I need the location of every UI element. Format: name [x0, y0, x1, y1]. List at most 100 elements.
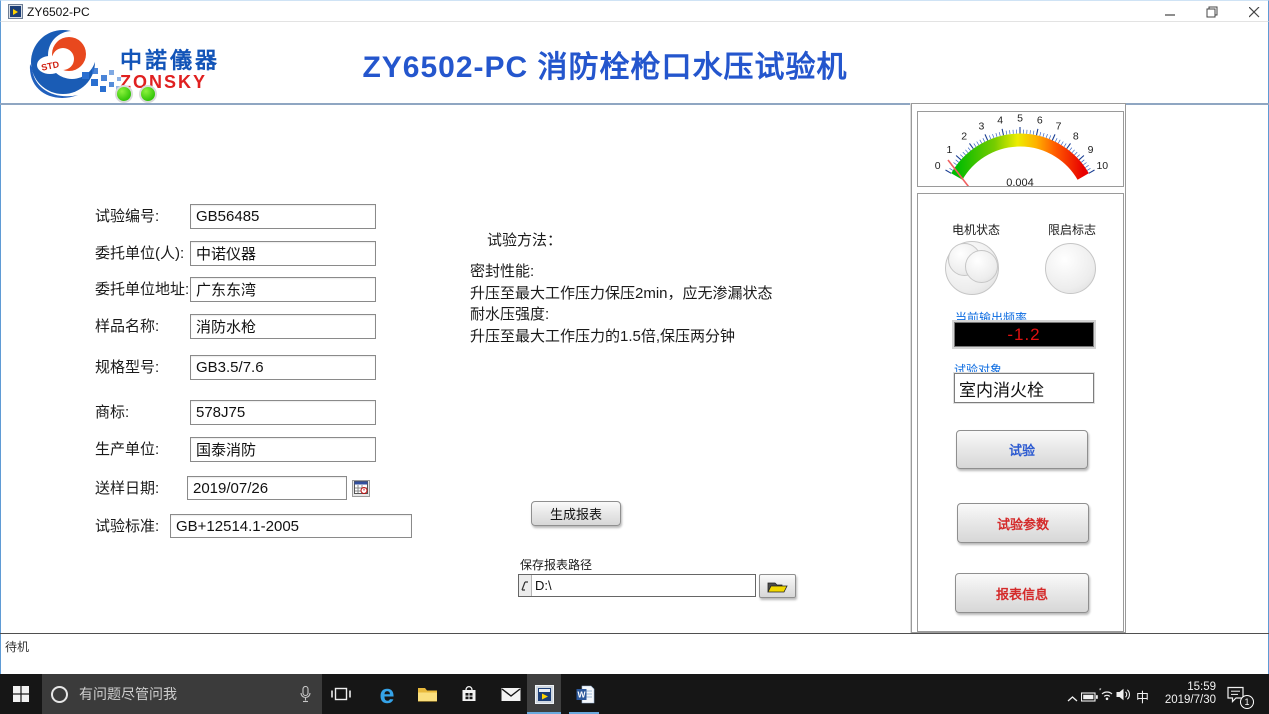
search-input[interactable]: [77, 685, 277, 703]
field-label-test-no: 试验编号:: [95, 204, 159, 229]
test-target-input[interactable]: [954, 373, 1094, 403]
sample-date-input[interactable]: [187, 476, 347, 500]
save-path-input[interactable]: [532, 575, 755, 596]
limit-flag-label: 限启标志: [1048, 221, 1096, 238]
mail-icon: [501, 687, 521, 702]
calendar-clock-icon: [354, 481, 368, 494]
gauge-value: 0.004: [1006, 177, 1034, 186]
status-divider: [0, 633, 1269, 634]
title-bar: ZY6502-PC: [0, 0, 1269, 22]
status-text: 待机: [5, 638, 29, 655]
method-line: 升压至最大工作压力的1.5倍,保压两分钟: [470, 326, 840, 348]
svg-text:9: 9: [1088, 144, 1094, 156]
brand-english: ZONSKY: [120, 72, 207, 92]
trademark-input[interactable]: [190, 400, 376, 425]
field-label-trademark: 商标:: [95, 400, 129, 425]
field-label-client: 委托单位(人):: [95, 241, 184, 266]
generate-report-button[interactable]: 生成报表: [531, 501, 621, 526]
svg-text:*: *: [1099, 689, 1102, 695]
field-label-sample-date: 送样日期:: [95, 476, 159, 501]
window-border-left: [0, 22, 1, 674]
clock-date: 2019/7/30: [1150, 694, 1216, 707]
windows-logo-icon: [13, 686, 29, 702]
app-window: ZY6502-PC STD 中諾儀器 ZONSKY ZY6502-PC 消防栓枪…: [0, 0, 1269, 714]
cortana-icon: [51, 686, 68, 703]
file-explorer-button[interactable]: [409, 674, 445, 714]
page-title: ZY6502-PC 消防栓枪口水压试验机: [295, 42, 915, 86]
test-button[interactable]: 试验: [956, 430, 1088, 469]
gauge-band: [957, 140, 1083, 176]
field-label-spec-model: 规格型号:: [95, 355, 159, 380]
spec-model-input[interactable]: [190, 355, 376, 380]
browse-folder-button[interactable]: [759, 574, 796, 598]
field-label-manufacturer: 生产单位:: [95, 437, 159, 462]
limit-flag-indicator: [1045, 243, 1096, 294]
svg-text:7: 7: [1056, 121, 1062, 133]
labview-app-button[interactable]: [526, 674, 562, 714]
file-explorer-icon: [417, 686, 438, 703]
open-folder-icon: [766, 579, 789, 594]
svg-text:2: 2: [961, 131, 967, 143]
status-led-1: [115, 85, 133, 103]
client-address-input[interactable]: [190, 277, 376, 302]
word-app-icon: W: [576, 685, 595, 704]
svg-text:10: 10: [1096, 160, 1108, 172]
tray-clock[interactable]: 15:59 2019/7/30: [1150, 681, 1216, 707]
manufacturer-input[interactable]: [190, 437, 376, 462]
test-params-button[interactable]: 试验参数: [957, 503, 1089, 543]
save-path-label: 保存报表路径: [520, 556, 592, 573]
volume-icon[interactable]: [1116, 688, 1131, 706]
date-picker-button[interactable]: [352, 480, 370, 497]
svg-text:0: 0: [935, 160, 941, 172]
report-info-button[interactable]: 报表信息: [955, 573, 1089, 613]
gauge-frame: 0123 4 5 6 78910 0.004: [917, 111, 1124, 187]
taskbar-search[interactable]: [42, 674, 322, 714]
wifi-icon[interactable]: *: [1099, 688, 1115, 706]
control-panel: 012345678910 0.004 电机状态 限启标志 当前输出频率 -1.2…: [911, 103, 1126, 633]
taskbar: e: [0, 674, 1269, 714]
test-no-input[interactable]: [190, 204, 376, 229]
task-view-icon: [331, 686, 351, 702]
svg-text:5: 5: [1017, 113, 1023, 125]
maximize-button[interactable]: [1193, 1, 1231, 23]
word-app-button[interactable]: W: [567, 674, 603, 714]
motor-status-label: 电机状态: [952, 221, 1000, 238]
method-text: 密封性能: 升压至最大工作压力保压2min，应无渗漏状态 耐水压强度: 升压至最…: [470, 261, 840, 347]
field-label-test-standard: 试验标准:: [95, 514, 159, 539]
sample-name-input[interactable]: [190, 314, 376, 339]
ime-indicator[interactable]: 中: [1136, 687, 1149, 706]
path-type-icon[interactable]: [519, 575, 532, 596]
method-line: 密封性能:: [470, 261, 840, 283]
edge-icon: e: [379, 681, 394, 708]
brand-chinese: 中諾儀器: [120, 48, 220, 73]
client-input[interactable]: [190, 241, 376, 266]
microphone-icon[interactable]: [300, 686, 311, 703]
svg-text:W: W: [577, 689, 586, 699]
svg-text:8: 8: [1073, 131, 1079, 143]
notification-badge: 1: [1240, 695, 1254, 709]
svg-text:1: 1: [946, 144, 952, 156]
pressure-gauge: 0123 4 5 6 78910 0.004: [918, 112, 1123, 186]
save-path-field: [518, 574, 756, 597]
start-button[interactable]: [0, 674, 42, 714]
tray-chevron-icon[interactable]: [1066, 690, 1079, 708]
svg-text:6: 6: [1037, 115, 1043, 127]
test-standard-input[interactable]: [170, 514, 412, 538]
close-button[interactable]: [1235, 1, 1269, 23]
task-view-button[interactable]: [323, 674, 359, 714]
edge-button[interactable]: e: [369, 674, 405, 714]
minimize-button[interactable]: [1151, 1, 1189, 23]
status-led-2: [139, 85, 157, 103]
method-line: 升压至最大工作压力保压2min，应无渗漏状态: [470, 283, 840, 305]
store-button[interactable]: [451, 674, 487, 714]
labview-app-icon: [535, 685, 554, 704]
battery-icon[interactable]: [1081, 689, 1098, 707]
method-line: 耐水压强度:: [470, 304, 840, 326]
window-title: ZY6502-PC: [27, 5, 90, 19]
mail-button[interactable]: [493, 674, 529, 714]
field-label-client-address: 委托单位地址:: [95, 277, 189, 302]
freq-display: -1.2: [954, 322, 1094, 347]
field-label-sample-name: 样品名称:: [95, 314, 159, 339]
svg-text:3: 3: [978, 121, 984, 133]
svg-text:4: 4: [997, 115, 1003, 127]
